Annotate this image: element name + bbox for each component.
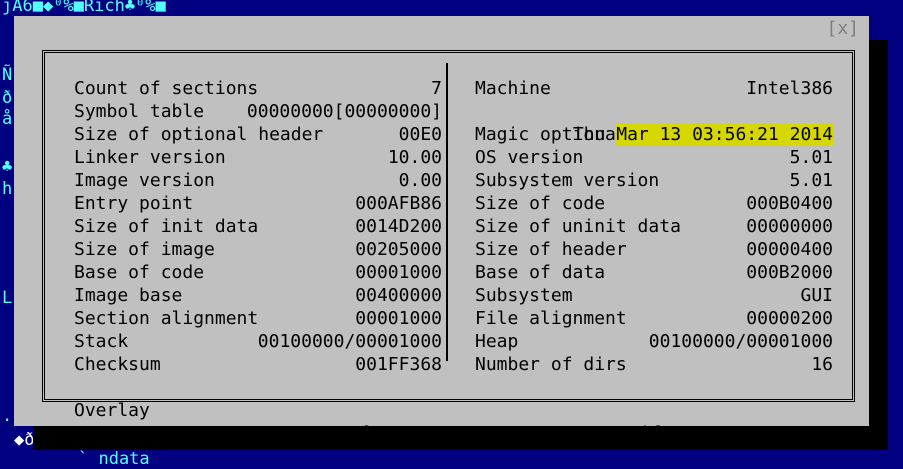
field-row: Stack 00100000/00001000 xyxy=(74,330,442,353)
field-value: 00001000 xyxy=(355,262,442,283)
field-label: Size of image xyxy=(74,239,215,260)
field-row: File alignment 00000200 xyxy=(475,307,833,330)
console-char: . xyxy=(2,406,13,426)
pe-header-dialog: [x] Count of sections 7 Symbol table 000000… xyxy=(14,16,869,444)
field-label: Machine xyxy=(475,78,551,99)
field-value: 0014D200 xyxy=(355,216,442,237)
field-value: 00000200 xyxy=(746,308,833,329)
field-label: Image version xyxy=(74,170,215,191)
field-row: Symbol table 00000000[00000000] xyxy=(74,100,442,123)
field-value: GUI xyxy=(800,285,833,306)
field-value: 5.01 xyxy=(789,170,833,191)
field-label: Checksum xyxy=(74,354,161,375)
field-value: 000B0400 xyxy=(746,193,833,214)
field-label: Entry point xyxy=(74,193,194,214)
field-label: Image base xyxy=(74,285,183,306)
field-label: Subsystem xyxy=(475,285,573,306)
timestamp-datetime: Mar 13 03:56:21 2014 xyxy=(616,124,833,145)
field-label: Section alignment xyxy=(74,308,259,329)
field-row: Count of sections 7 xyxy=(74,77,442,100)
field-value: 00000400 xyxy=(746,239,833,260)
field-value: 7 xyxy=(431,78,442,99)
field-label: Heap xyxy=(475,331,519,352)
field-value: 0.00 xyxy=(398,170,442,191)
field-label: Size of uninit data xyxy=(475,216,681,237)
field-value: 00000000 xyxy=(746,216,833,237)
console-char: L xyxy=(2,288,13,308)
overlay-label: Overlay xyxy=(74,400,150,421)
field-label: Base of code xyxy=(74,262,205,283)
field-label: Size of init data xyxy=(74,216,259,237)
timestamp: Thu Mar 13 03:56:21 2014 xyxy=(573,123,833,146)
field-value: 00000000[00000000] xyxy=(246,101,442,122)
field-label: File alignment xyxy=(475,308,627,329)
field-row: Base of code 00001000 xyxy=(74,261,442,284)
timestamp-day: Thu xyxy=(572,124,606,145)
field-value: 10.00 xyxy=(387,147,442,168)
field-value: 16 xyxy=(811,354,833,375)
field-row: Heap 00100000/00001000 xyxy=(475,330,833,353)
field-row: Size of image 00205000 xyxy=(74,238,442,261)
overlay-row: Overlay 001FDA00[009EB822/10401826/9,919… xyxy=(74,376,664,444)
field-row: Subsystem GUI xyxy=(475,284,833,307)
field-value: 000B2000 xyxy=(746,262,833,283)
field-value: 00400000 xyxy=(355,285,442,306)
field-value: 00001000 xyxy=(355,308,442,329)
field-row: Size of init data 0014D200 xyxy=(74,215,442,238)
field-row: OS version 5.01 xyxy=(475,146,833,169)
field-value: Intel386 xyxy=(746,78,833,99)
field-row: Checksum 001FF368 xyxy=(74,353,442,376)
timestamp-row: Thu Mar 13 03:56:21 2014 xyxy=(475,100,833,145)
console-char: Ñ xyxy=(2,65,13,85)
field-label: Number of dirs xyxy=(475,354,627,375)
console-char: å xyxy=(2,109,13,129)
field-label: Stack xyxy=(74,331,129,352)
field-row: Size of uninit data 00000000 xyxy=(475,215,833,238)
field-row: Entry point 000AFB86 xyxy=(74,192,442,215)
field-row: Size of header 00000400 xyxy=(475,238,833,261)
field-row: Size of optional header 00E0 xyxy=(74,123,442,146)
field-row: Base of data 000B2000 xyxy=(475,261,833,284)
column-divider xyxy=(446,63,448,361)
field-row: Machine Intel386 xyxy=(475,77,833,100)
field-value: 000AFB86 xyxy=(355,193,442,214)
field-label: Linker version xyxy=(74,147,226,168)
console-bottom-glyphs: ◆ð xyxy=(14,430,35,450)
field-label: Subsystem version xyxy=(475,170,660,191)
field-label: Symbol table xyxy=(74,101,205,122)
field-value: 00205000 xyxy=(355,239,442,260)
field-value: 00E0 xyxy=(398,124,442,145)
field-row: Subsystem version 5.01 xyxy=(475,169,833,192)
field-value: 001FF368 xyxy=(355,354,442,375)
field-row: Size of code 000B0400 xyxy=(475,192,833,215)
field-row: Number of dirs 16 xyxy=(475,353,833,376)
console-char: h xyxy=(2,179,13,199)
field-label: Base of data xyxy=(475,262,606,283)
field-value: 00100000/00001000 xyxy=(648,331,833,352)
field-row: Image version 0.00 xyxy=(74,169,442,192)
field-value: 5.01 xyxy=(789,147,833,168)
dialog-frame: Count of sections 7 Symbol table 00000000[0… xyxy=(42,50,855,444)
field-row: Section alignment 00001000 xyxy=(74,307,442,330)
field-value: 00100000/00001000 xyxy=(257,331,442,352)
close-button[interactable]: [x] xyxy=(826,18,859,39)
console-char: ð xyxy=(2,88,13,108)
field-row: Linker version 10.00 xyxy=(74,146,442,169)
field-label: Size of header xyxy=(475,239,627,260)
field-label: Size of code xyxy=(475,193,606,214)
console-char: ♣ xyxy=(2,157,13,177)
console-top-line: jA6■◆⁰%■Rich♣⁰%■ xyxy=(2,0,166,16)
overlay-value: 001FDA00[009EB822/10401826/9,919 Mb] xyxy=(273,423,664,444)
field-label: Count of sections xyxy=(74,78,259,99)
field-row: Image base 00400000 xyxy=(74,284,442,307)
field-label: Size of optional header xyxy=(74,124,324,145)
